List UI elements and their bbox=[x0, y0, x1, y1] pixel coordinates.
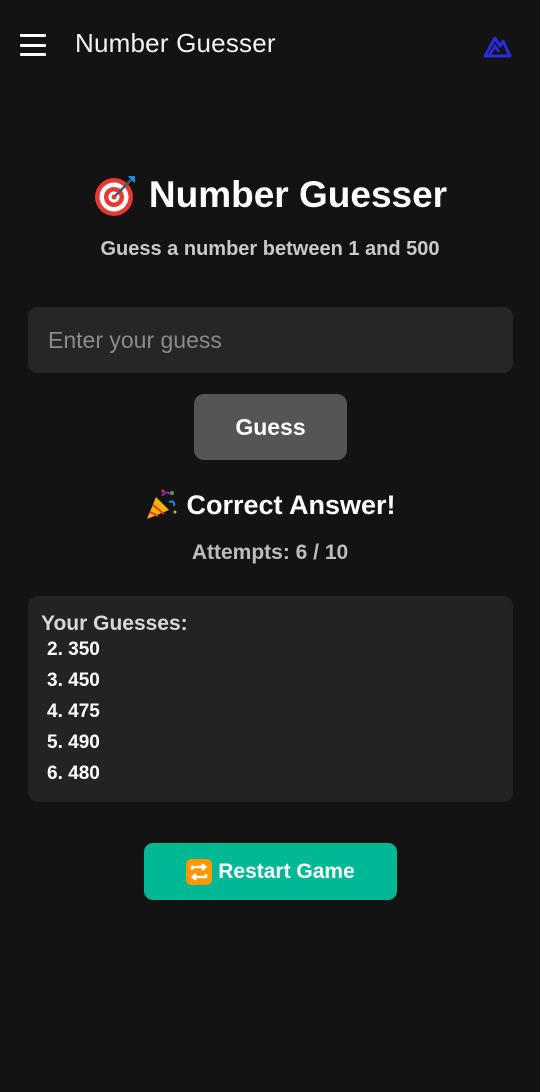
list-item: 6. 480 bbox=[47, 763, 100, 784]
guesses-panel-title: Your Guesses: bbox=[41, 612, 196, 636]
app-bar-title: Number Guesser bbox=[75, 28, 276, 58]
hamburger-menu-icon[interactable] bbox=[20, 34, 48, 56]
result-text: Correct Answer! bbox=[186, 489, 396, 520]
target-emoji-icon bbox=[94, 176, 135, 216]
attempts-counter: Attempts: 6 / 10 bbox=[191, 541, 349, 564]
page-title: Number Guesser bbox=[0, 172, 540, 218]
subtitle: Guess a number between 1 and 500 bbox=[100, 238, 440, 260]
list-item: 2. 350 bbox=[47, 639, 100, 660]
guesses-panel[interactable]: Your Guesses: 2. 350 3. 450 4. 475 5. 49… bbox=[28, 596, 513, 802]
list-item: 3. 450 bbox=[47, 670, 100, 691]
app-bar: Number Guesser bbox=[0, 0, 540, 90]
restart-button[interactable]: Restart Game bbox=[144, 843, 397, 900]
repeat-emoji-icon bbox=[186, 858, 213, 885]
app-screen: Number Guesser Number Guesser Guess a nu… bbox=[0, 0, 540, 1092]
result-message: Correct Answer! bbox=[0, 488, 540, 522]
restart-button-label: Restart Game bbox=[218, 859, 355, 883]
list-item: 4. 475 bbox=[47, 701, 100, 722]
guess-input[interactable] bbox=[28, 307, 513, 373]
party-popper-emoji-icon bbox=[147, 489, 177, 519]
list-item: 5. 490 bbox=[47, 732, 100, 753]
guess-button[interactable]: Guess bbox=[194, 394, 347, 460]
page-title-text: Number Guesser bbox=[148, 174, 448, 215]
guesses-list: 2. 350 3. 450 4. 475 5. 490 6. 480 bbox=[47, 634, 487, 789]
app-logo-icon bbox=[483, 36, 512, 58]
